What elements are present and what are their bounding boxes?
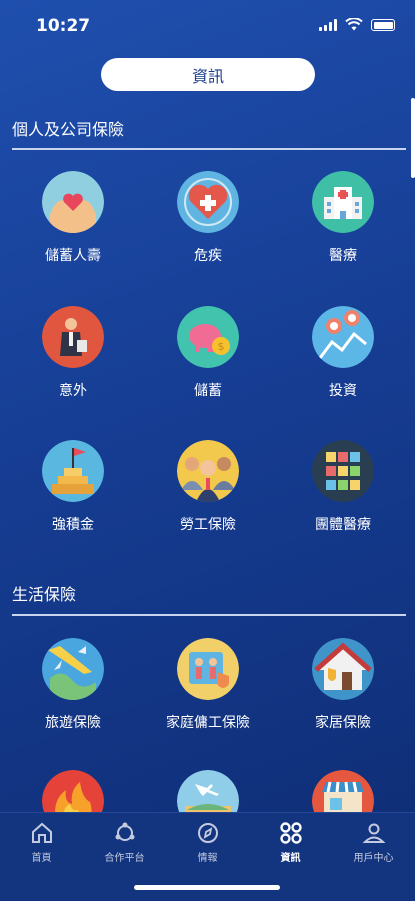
tab-label: 資訊 — [280, 853, 301, 864]
menu-item-savings-life[interactable]: 儲蓄人壽 — [5, 171, 141, 265]
user-icon — [362, 823, 385, 843]
workers-icon — [177, 440, 239, 502]
menu-item-label: 意外 — [59, 383, 87, 399]
tab-label: 用戶中心 — [353, 853, 394, 864]
tab-label: 情報 — [197, 853, 218, 864]
house-shield-icon — [312, 638, 374, 700]
compass-icon — [197, 823, 218, 843]
tab-intel[interactable]: 情報 — [166, 821, 249, 864]
menu-item-label: 強積金 — [52, 517, 94, 533]
tab-user-center[interactable]: 用戶中心 — [332, 821, 415, 864]
tab-info[interactable]: 資訊 — [249, 821, 332, 864]
home-indicator — [134, 885, 280, 890]
status-bar: 10:27 — [0, 0, 415, 52]
menu-item-home[interactable]: 家居保險 — [275, 638, 411, 732]
menu-item-label: 團體醫療 — [315, 517, 371, 533]
menu-item-label: 儲蓄 — [194, 383, 222, 399]
menu-item-label: 家居保險 — [315, 715, 371, 731]
hospital-icon — [312, 171, 374, 233]
section-title-personal: 個人及公司保險 — [12, 120, 125, 139]
home-icon — [31, 822, 52, 843]
menu-item-group-medical[interactable]: 團體醫療 — [275, 440, 411, 534]
tab-home[interactable]: 首頁 — [0, 821, 83, 864]
menu-item-critical-illness[interactable]: 危疾 — [140, 171, 276, 265]
signal-icon — [319, 19, 337, 31]
piggy-bank-icon: $ — [177, 306, 239, 368]
menu-item-label: 勞工保險 — [180, 517, 236, 533]
plane-globe-icon — [42, 638, 104, 700]
heart-cross-icon — [177, 171, 239, 233]
svg-text:$: $ — [218, 340, 225, 353]
menu-item-domestic-helper[interactable]: 家庭傭工保險 — [140, 638, 276, 732]
injured-person-icon — [42, 306, 104, 368]
investment-pins-icon — [312, 306, 374, 368]
menu-item-employees-comp[interactable]: 勞工保險 — [140, 440, 276, 534]
flag-steps-icon — [42, 440, 104, 502]
wifi-icon — [345, 18, 363, 31]
menu-item-label: 危疾 — [194, 248, 222, 264]
partner-icon — [115, 822, 134, 841]
section-divider — [12, 614, 406, 616]
section-title-life: 生活保險 — [12, 585, 77, 604]
status-time: 10:27 — [36, 16, 91, 36]
menu-item-travel[interactable]: 旅遊保險 — [5, 638, 141, 732]
menu-item-accident[interactable]: 意外 — [5, 306, 141, 400]
menu-item-label: 家庭傭工保險 — [166, 715, 250, 731]
scrollbar[interactable] — [411, 98, 415, 178]
menu-item-medical[interactable]: 醫療 — [275, 171, 411, 265]
menu-item-savings[interactable]: $ 儲蓄 — [140, 306, 276, 400]
tab-partner[interactable]: 合作平台 — [83, 821, 166, 864]
page-title: 資訊 — [101, 58, 315, 91]
menu-item-mpf[interactable]: 強積金 — [5, 440, 141, 534]
group-medical-icon — [312, 440, 374, 502]
menu-item-label: 旅遊保險 — [45, 715, 101, 731]
menu-item-label: 投資 — [329, 383, 357, 399]
tab-label: 首頁 — [31, 853, 52, 864]
battery-icon — [371, 19, 395, 31]
hands-heart-icon — [42, 171, 104, 233]
section-divider — [12, 148, 406, 150]
tab-label: 合作平台 — [104, 853, 145, 864]
menu-item-label: 醫療 — [329, 248, 357, 264]
menu-item-investment[interactable]: 投資 — [275, 306, 411, 400]
status-icons — [319, 18, 395, 31]
menu-item-label: 儲蓄人壽 — [45, 248, 101, 264]
helper-icon — [177, 638, 239, 700]
info-grid-icon — [279, 822, 302, 844]
